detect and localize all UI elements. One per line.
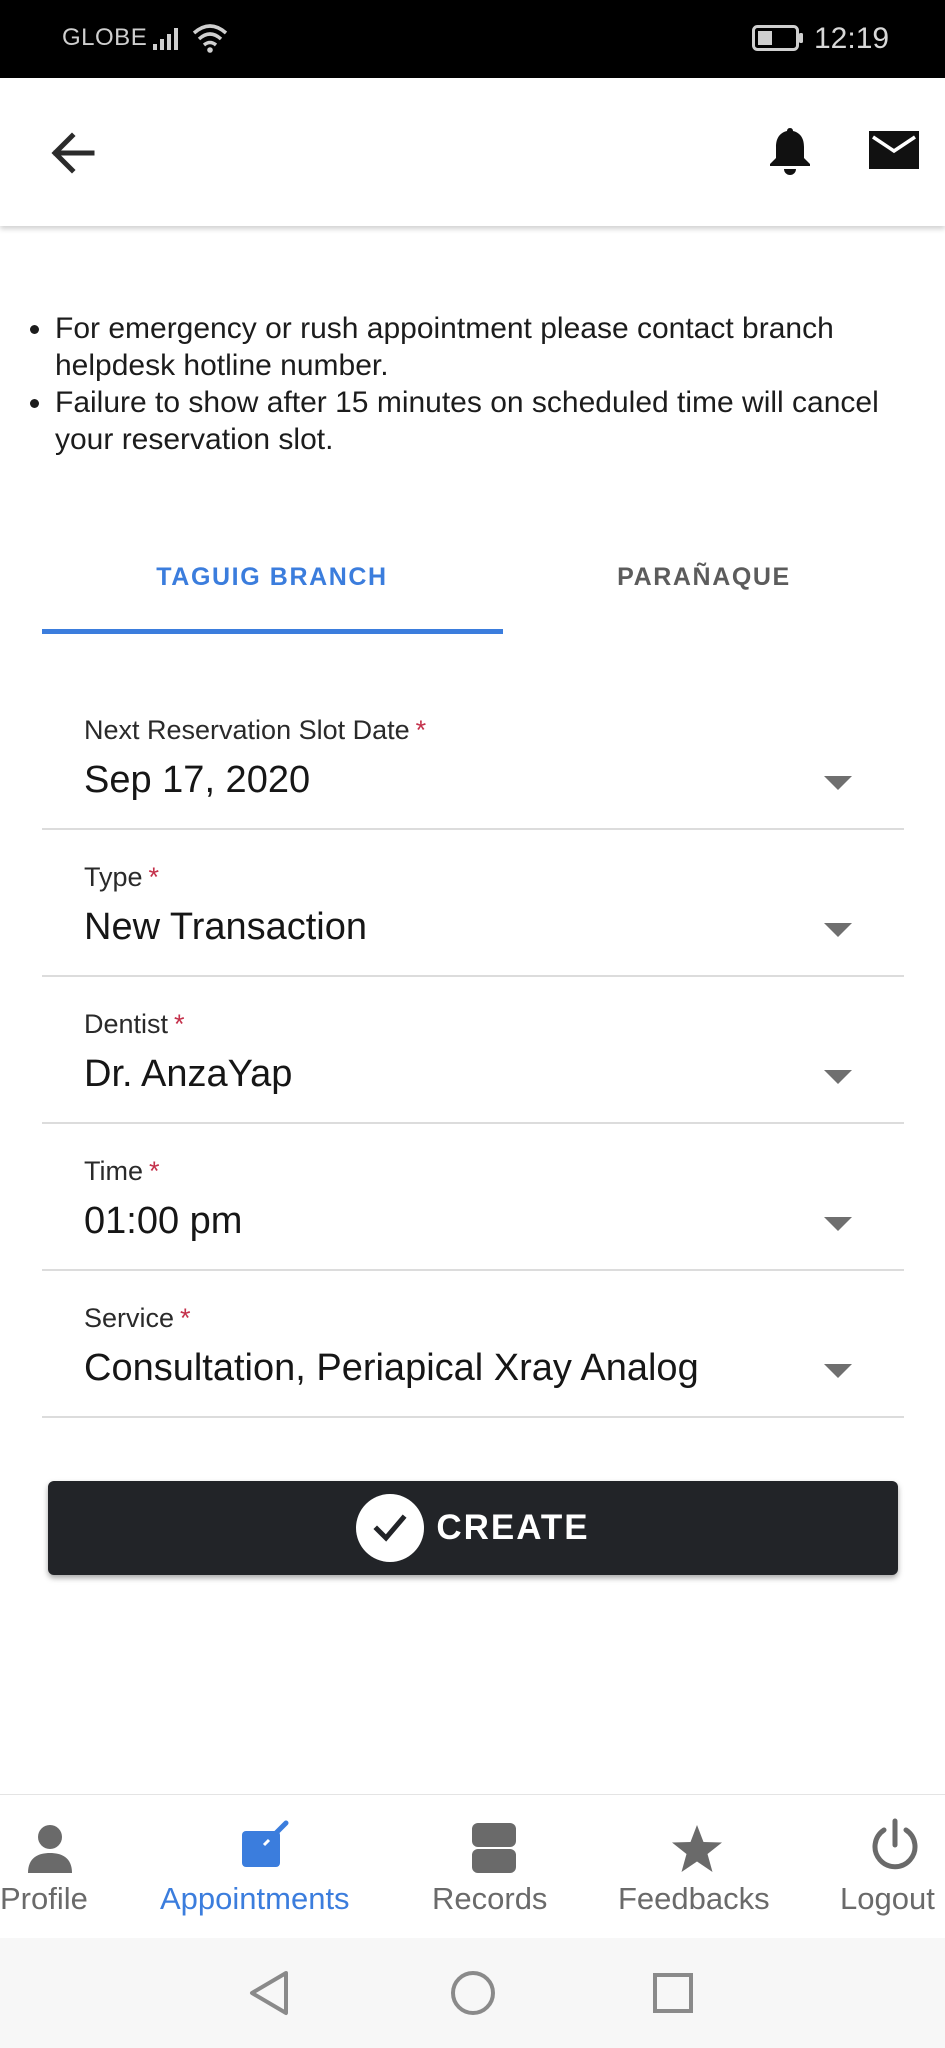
- mail-icon: [869, 131, 919, 169]
- carrier-label: GLOBE: [62, 24, 148, 51]
- nav-item-appointments[interactable]: Appointments: [150, 1795, 380, 1939]
- field-value: Consultation, Periapical Xray Analog: [84, 1347, 699, 1389]
- wifi-icon: [192, 24, 228, 53]
- home-circle-icon: [451, 1971, 495, 2015]
- note-item: For emergency or rush appointment please…: [24, 310, 904, 384]
- type-select[interactable]: Type * New Transaction: [42, 830, 904, 977]
- star-icon: [672, 1825, 722, 1872]
- required-marker: *: [174, 1009, 185, 1039]
- note-item: Failure to show after 15 minutes on sche…: [24, 384, 904, 458]
- system-home-button[interactable]: [449, 1968, 497, 2023]
- create-button[interactable]: CREATE: [48, 1481, 898, 1575]
- bell-icon: [770, 128, 810, 175]
- field-label: Next Reservation Slot Date *: [84, 715, 427, 745]
- tab-taguig-branch[interactable]: TAGUIG BRANCH: [42, 520, 502, 635]
- nav-label: Records: [432, 1881, 548, 1916]
- back-button[interactable]: [44, 123, 104, 183]
- nav-label: Appointments: [160, 1881, 350, 1916]
- field-value: 01:00 pm: [84, 1200, 243, 1242]
- nav-item-records[interactable]: Records: [420, 1795, 570, 1939]
- nav-label: Logout: [840, 1881, 935, 1916]
- dentist-select[interactable]: Dentist * Dr. AnzaYap: [42, 977, 904, 1124]
- field-label: Service *: [84, 1303, 191, 1333]
- required-marker: *: [180, 1303, 191, 1333]
- required-marker: *: [149, 1156, 160, 1186]
- system-navigation-bar: [0, 1938, 945, 2048]
- required-marker: *: [148, 862, 160, 892]
- service-select[interactable]: Service * Consultation, Periapical Xray A…: [42, 1271, 904, 1418]
- dropdown-arrow-icon: [824, 923, 852, 937]
- field-value: Dr. AnzaYap: [84, 1053, 293, 1095]
- tab-indicator: [42, 629, 503, 634]
- field-label: Type *: [84, 862, 160, 892]
- required-marker: *: [415, 715, 427, 745]
- clock: 12:19: [814, 22, 890, 55]
- system-recents-button[interactable]: [650, 1968, 696, 2023]
- reservation-notes: For emergency or rush appointment please…: [24, 310, 904, 458]
- check-circle-icon: [356, 1494, 425, 1562]
- app-screen: GLOBE 12:19 For emergency or rush appoin…: [0, 0, 945, 2048]
- reservation-date-select[interactable]: Next Reservation Slot Date * Sep 17, 2020: [42, 683, 904, 830]
- nav-label: Feedbacks: [618, 1881, 770, 1916]
- back-triangle-icon: [250, 1971, 288, 2015]
- dropdown-arrow-icon: [824, 1364, 852, 1378]
- nav-label: Profile: [0, 1881, 88, 1916]
- battery-icon: [752, 25, 803, 51]
- field-label: Time *: [84, 1156, 160, 1186]
- recents-square-icon: [653, 1973, 693, 2013]
- messages-button[interactable]: [866, 126, 922, 174]
- field-label: Dentist *: [84, 1009, 185, 1039]
- status-bar: GLOBE 12:19: [0, 0, 945, 78]
- app-bar: [0, 78, 945, 226]
- nav-item-feedbacks[interactable]: Feedbacks: [610, 1795, 790, 1939]
- power-icon: [872, 1818, 918, 1870]
- person-icon: [28, 1825, 72, 1873]
- notifications-button[interactable]: [762, 122, 818, 178]
- records-icon: [472, 1823, 516, 1873]
- field-value: New Transaction: [84, 906, 368, 948]
- dropdown-arrow-icon: [824, 1217, 852, 1231]
- edit-calendar-icon: [242, 1820, 289, 1867]
- signal-icon: [153, 28, 178, 50]
- arrow-back-icon: [51, 132, 95, 174]
- field-value: Sep 17, 2020: [84, 759, 311, 801]
- create-button-label: CREATE: [436, 1508, 590, 1547]
- bottom-navigation: Profile Appointments Records Feedbacks L…: [0, 1794, 945, 1938]
- branch-tabs: TAGUIG BRANCH PARAÑAQUE: [42, 520, 904, 635]
- time-select[interactable]: Time * 01:00 pm: [42, 1124, 904, 1271]
- tab-paranaque[interactable]: PARAÑAQUE: [474, 520, 934, 635]
- nav-item-profile[interactable]: Profile: [0, 1795, 110, 1939]
- system-back-button[interactable]: [246, 1968, 292, 2023]
- dropdown-arrow-icon: [824, 776, 852, 790]
- nav-item-logout[interactable]: Logout: [835, 1795, 945, 1939]
- dropdown-arrow-icon: [824, 1070, 852, 1084]
